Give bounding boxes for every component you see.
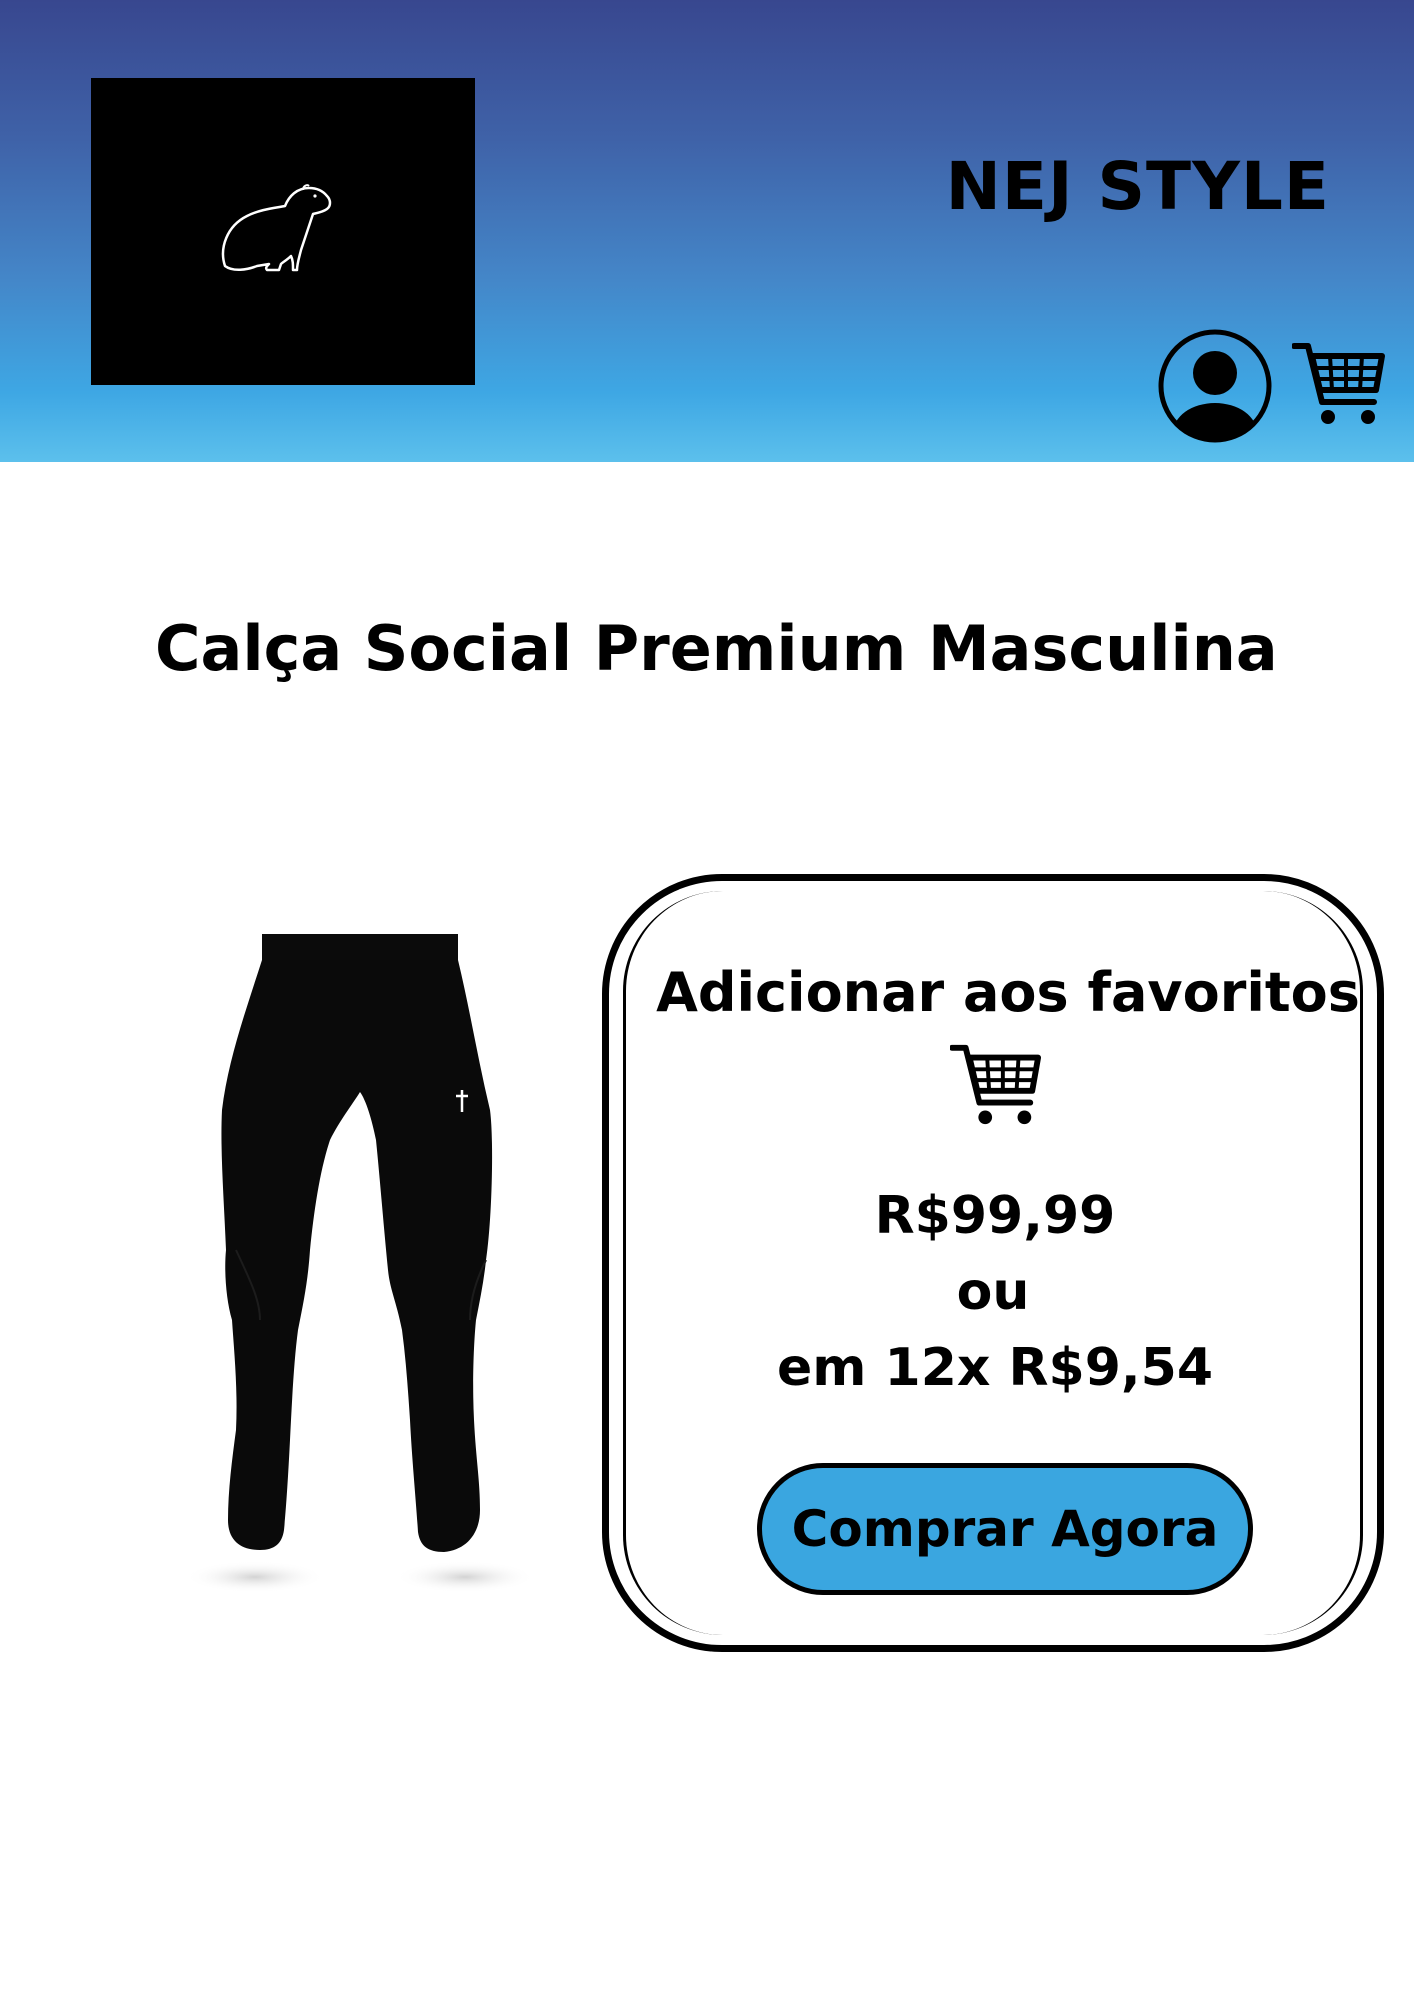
price-or-label: ou (956, 1262, 1030, 1322)
add-to-cart-button[interactable] (949, 1041, 1042, 1129)
product-price: R$99,99 (874, 1186, 1116, 1246)
purchase-card: Adicionar aos favoritos R$99,99 ou em 12… (602, 874, 1384, 1652)
shopping-cart-icon (949, 1044, 1042, 1125)
user-account-icon (1158, 329, 1272, 443)
installment-price: em 12x R$9,54 (776, 1338, 1214, 1398)
capybara-icon (221, 184, 332, 272)
header-cart-button[interactable] (1291, 340, 1386, 428)
add-to-favorites-link[interactable]: Adicionar aos favoritos (609, 961, 1377, 1024)
product-title: Calça Social Premium Masculina (155, 612, 1278, 685)
user-account-button[interactable] (1158, 329, 1272, 443)
brand-logo[interactable] (91, 78, 475, 385)
site-header: NEJ STYLE (0, 0, 1414, 462)
brand-name: NEJ STYLE (945, 148, 1330, 225)
buy-now-button[interactable]: Comprar Agora (757, 1463, 1253, 1595)
shopping-cart-icon (1291, 343, 1385, 424)
black-jogger-pants-image (185, 934, 535, 1593)
product-image (180, 920, 540, 1620)
